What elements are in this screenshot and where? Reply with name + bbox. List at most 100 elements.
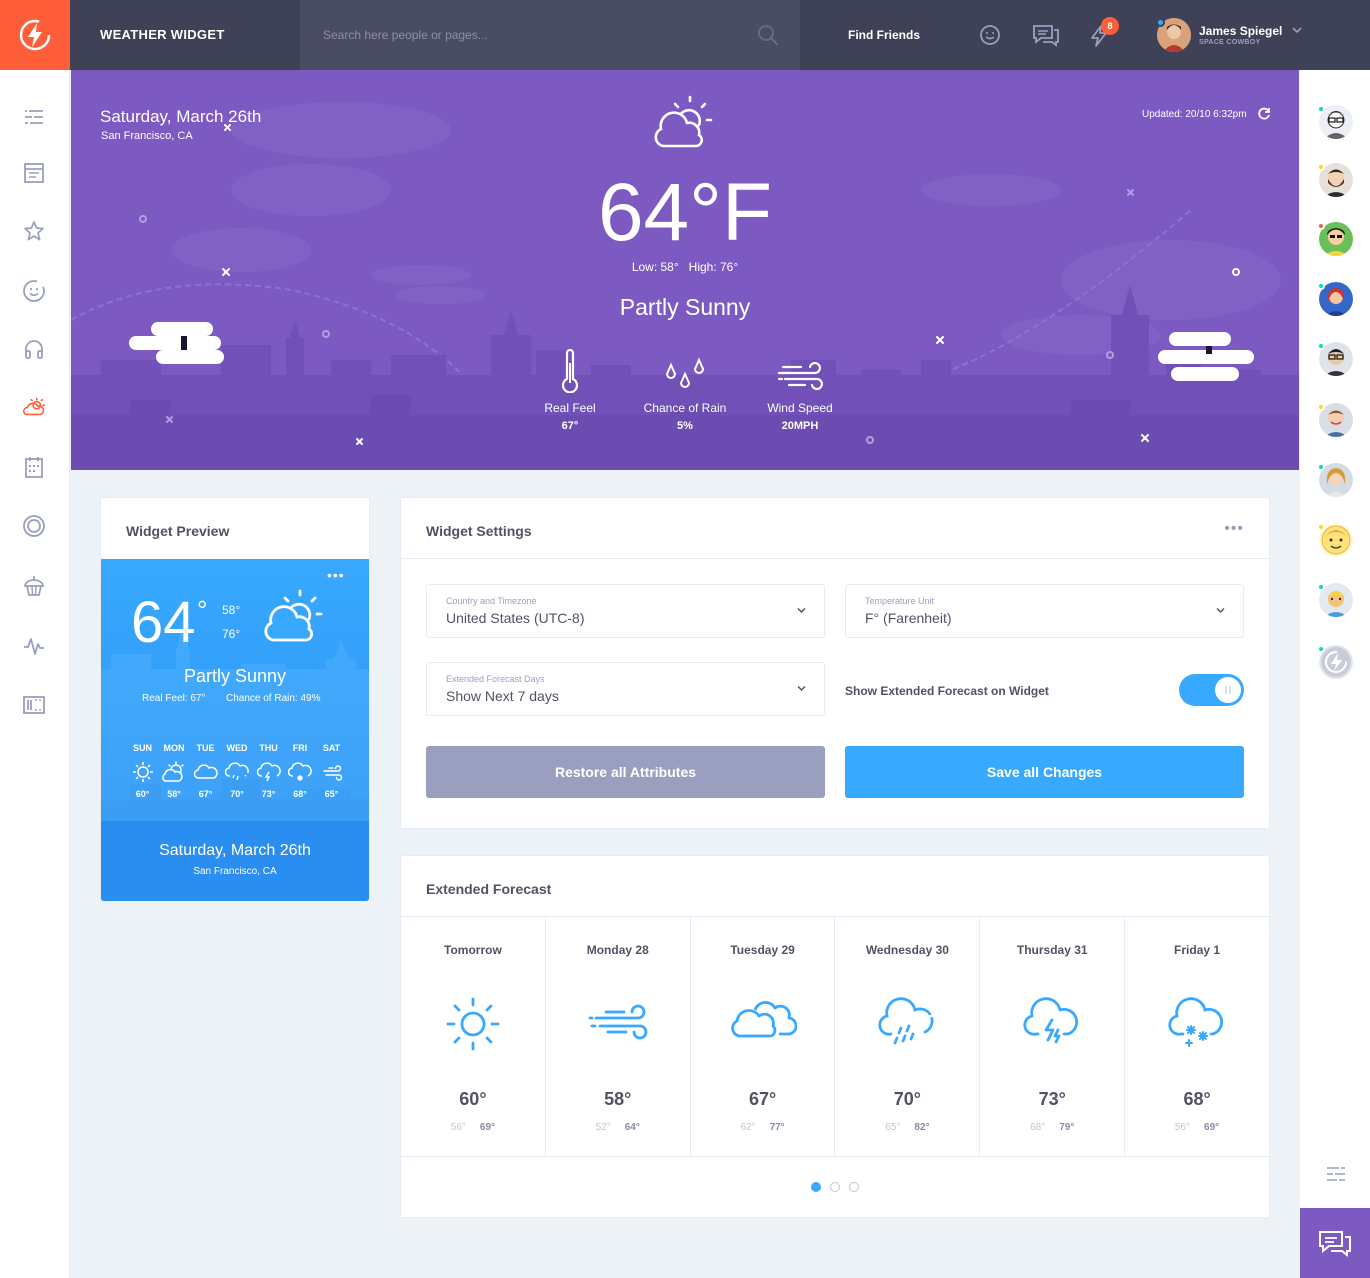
app-logo[interactable] [0, 0, 70, 70]
forecast-low: 62° [740, 1122, 756, 1133]
forecast-temp: 58° [604, 1089, 632, 1109]
toggle-knob [1215, 677, 1241, 703]
forecast-high: 77° [769, 1122, 785, 1133]
sun-icon [446, 997, 500, 1051]
user-subtitle: SPACE COWBOY [1199, 39, 1261, 46]
chevron-down-icon [797, 607, 806, 614]
status-dot [1317, 463, 1325, 471]
menu-lines-icon[interactable] [22, 105, 46, 129]
chevron-down-icon[interactable] [1292, 26, 1302, 34]
happy-face-icon[interactable] [22, 279, 46, 303]
degree-symbol: ° [197, 595, 208, 625]
find-friends-link[interactable]: Find Friends [848, 0, 920, 70]
status-dot [1317, 342, 1325, 350]
widget-date: Saturday, March 26th [159, 842, 311, 859]
widget-chance-rain: Chance of Rain: 49% [226, 693, 321, 704]
weather-hero: Saturday, March 26th San Francisco, CA U… [71, 70, 1299, 470]
widget-week-forecast: SUN 60° MON 58° TUE 67° WED 70° THU 73° … [127, 743, 347, 799]
wind-icon [322, 765, 342, 781]
snow-cloud-icon [1168, 997, 1224, 1047]
hero-low-high: Low: 58° High: 76° [631, 260, 739, 274]
status-dot [1317, 163, 1325, 171]
grip-icon [1225, 686, 1231, 694]
menu-lines-icon[interactable] [1326, 1166, 1346, 1182]
cloud-icon [730, 1001, 797, 1038]
stats-icon[interactable] [22, 634, 46, 658]
forecast-low: 65° [885, 1122, 901, 1133]
forecast-temp: 73° [1038, 1089, 1066, 1109]
pagination-dot-3[interactable] [849, 1182, 859, 1192]
day-name: SUN [132, 743, 152, 753]
star-icon[interactable] [22, 219, 46, 243]
restore-attributes-button[interactable]: Restore all Attributes [426, 746, 825, 798]
forecast-day-name: Friday 1 [1174, 943, 1221, 957]
forecast-days-select[interactable]: Extended Forecast Days Show Next 7 days [426, 662, 825, 716]
card-title: Extended Forecast [426, 881, 552, 897]
calendar-icon[interactable] [22, 455, 46, 479]
forecast-day: Tuesday 29 67° 62° 77° [691, 916, 836, 1156]
extended-forecast-toggle[interactable] [1179, 674, 1244, 706]
day-name: FRI [292, 743, 308, 753]
extended-forecast-card: Extended Forecast Tomorrow 60° 56° 69° Mo… [400, 855, 1270, 1218]
weather-icon[interactable] [22, 396, 46, 420]
hero-location: San Francisco, CA [101, 130, 193, 142]
stat-label: Chance of Rain [643, 401, 727, 415]
newsfeed-icon[interactable] [22, 161, 46, 185]
forecast-high: 69° [1204, 1122, 1220, 1133]
field-value: United States (UTC-8) [446, 610, 585, 626]
forecast-low: 56° [450, 1122, 466, 1133]
toggle-label: Show Extended Forecast on Widget [845, 684, 1049, 698]
user-status-dot [1156, 18, 1165, 27]
field-label: Country and Timezone [446, 596, 537, 606]
hero-date: Saturday, March 26th [100, 107, 262, 126]
headphones-icon[interactable] [22, 337, 46, 361]
widget-day: SUN 60° [127, 743, 158, 799]
refresh-icon[interactable] [1257, 107, 1271, 121]
search-icon[interactable] [757, 24, 779, 46]
thermometer-icon [561, 349, 579, 393]
widget-preview-card: Widget Preview 64 ° 58° 76° ••• Partly S… [100, 497, 370, 902]
temperature-unit-select[interactable]: Temperature Unit F° (Farenheit) [845, 584, 1244, 638]
day-temp: 60° [135, 789, 150, 799]
country-timezone-select[interactable]: Country and Timezone United States (UTC-… [426, 584, 825, 638]
more-options-icon[interactable]: ••• [1224, 520, 1244, 538]
forecast-day-name: Tuesday 29 [730, 943, 795, 957]
forecast-temp: 67° [748, 1089, 777, 1109]
widget-high: 58° [222, 603, 241, 617]
manage-widgets-icon[interactable] [22, 693, 46, 717]
happy-face-icon[interactable] [979, 24, 1001, 46]
open-chat-button[interactable] [1300, 1208, 1370, 1278]
snow-cloud-icon [288, 762, 312, 781]
day-temp: 67° [198, 789, 213, 799]
widget-condition: Partly Sunny [183, 666, 287, 686]
forecast-columns: Tomorrow 60° 56° 69° Monday 28 58° 52° 64°… [401, 916, 1269, 1157]
forecast-day-name: Monday 28 [586, 943, 649, 957]
widget-day: WED 70° [222, 743, 253, 799]
widget-preview-panel: 64 ° 58° 76° ••• Partly Sunny Real Feel:… [101, 559, 369, 901]
chance-rain-stat: Chance of Rain 5% [630, 345, 740, 432]
day-temp: 68° [293, 789, 307, 799]
hero-temperature: 64°F [597, 167, 773, 258]
forecast-low: 56° [1174, 1122, 1191, 1133]
day-temp: 73° [261, 789, 276, 799]
forecast-day: Thursday 31 73° 68° 79° [980, 916, 1126, 1156]
chat-messages-icon[interactable] [1032, 24, 1060, 48]
search-input[interactable] [323, 23, 743, 47]
sun-icon [132, 762, 153, 782]
partly-sunny-icon [654, 95, 713, 148]
badge-icon[interactable] [22, 514, 46, 538]
user-name[interactable]: James Spiegel [1199, 24, 1282, 38]
day-temp: 65° [324, 789, 339, 799]
field-label: Extended Forecast Days [446, 674, 545, 684]
storm-cloud-icon [256, 762, 281, 782]
pagination-dot-2[interactable] [830, 1182, 840, 1192]
forecast-low: 68° [1030, 1122, 1046, 1133]
forecast-high: 79° [1059, 1122, 1075, 1133]
more-options-icon[interactable]: ••• [327, 567, 345, 583]
save-changes-button[interactable]: Save all Changes [845, 746, 1244, 798]
cloud-icon [193, 764, 218, 779]
lightning-logo-icon [19, 19, 51, 51]
widget-real-feel: Real Feel: 67° [142, 693, 206, 704]
pagination-dot-1[interactable] [811, 1182, 821, 1192]
cupcake-icon[interactable] [22, 574, 46, 598]
